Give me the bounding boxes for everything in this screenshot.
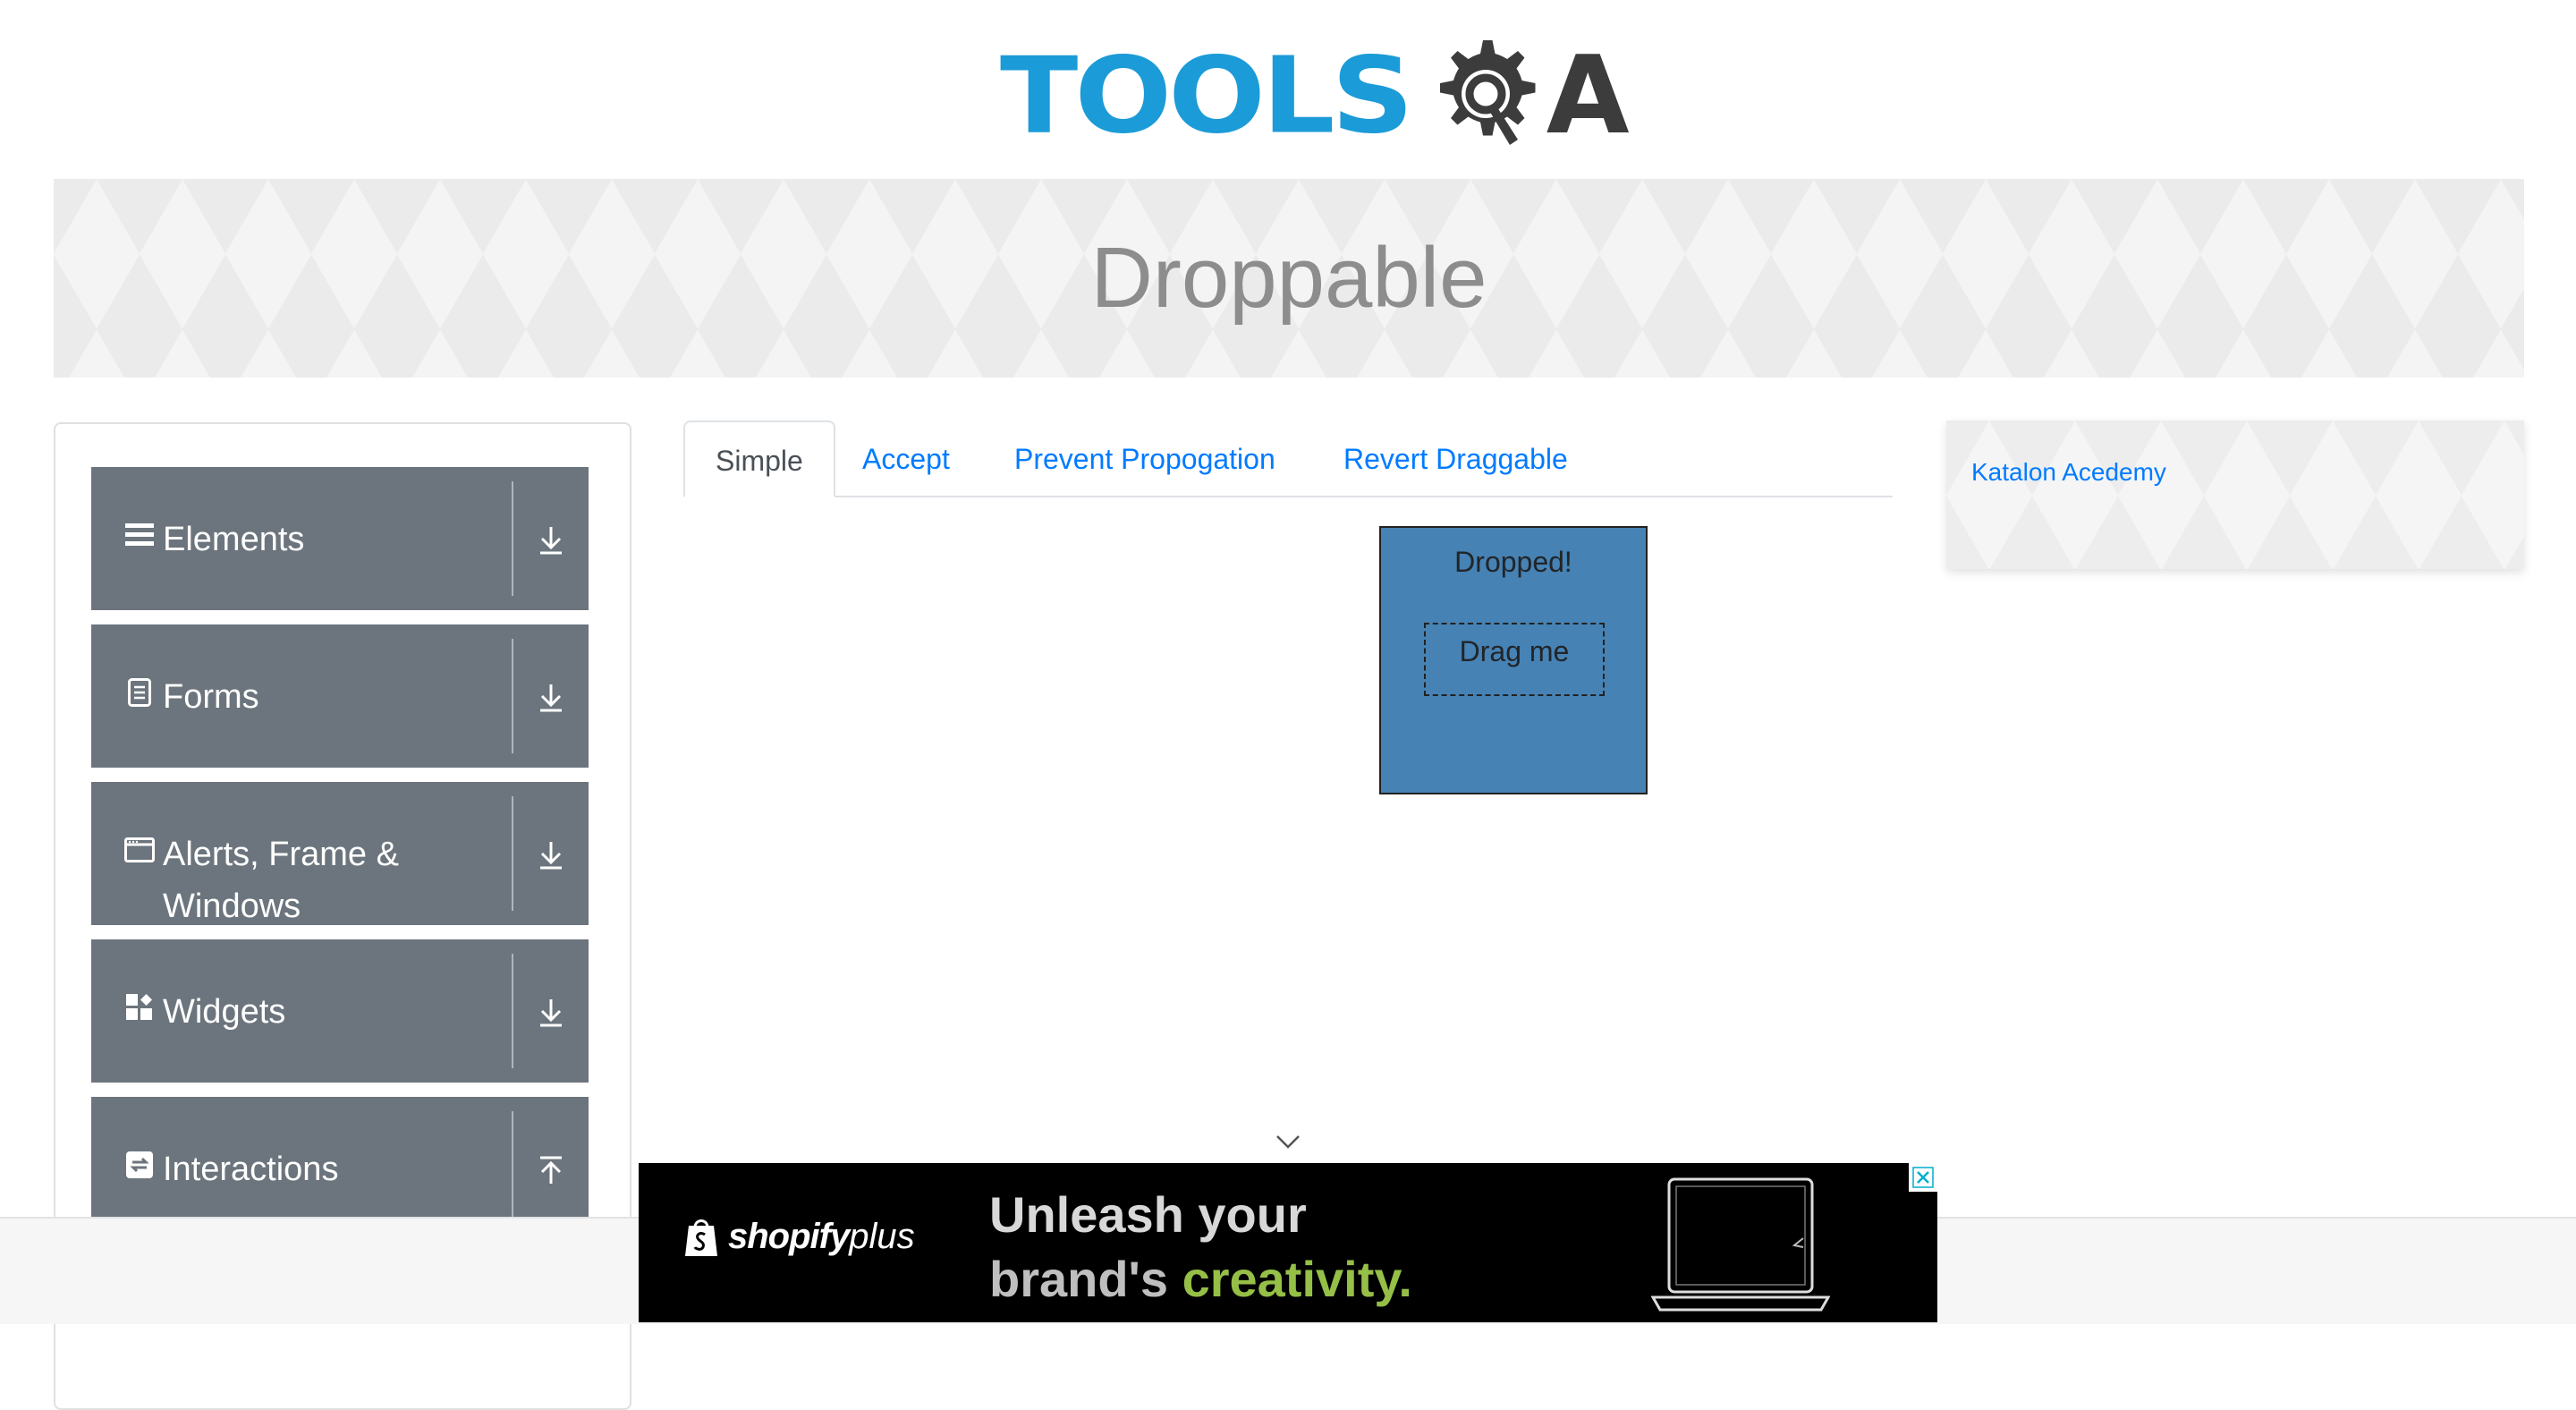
page-title: Droppable: [1090, 230, 1487, 326]
advertisement-banner[interactable]: shopify plus Unleash your brand's creati…: [639, 1163, 1937, 1322]
gear-magnifier-icon: [1439, 40, 1536, 145]
ad-brand-name: shopify: [728, 1216, 850, 1256]
sidebar-group-alerts-frame-windows[interactable]: Alerts, Frame & Windows: [91, 782, 589, 925]
upload-icon[interactable]: [530, 1149, 572, 1192]
tab-prevent-propogation[interactable]: Prevent Propogation: [984, 420, 1306, 496]
logo-qa-mark: A: [1416, 30, 1630, 164]
drop-target-label: Dropped!: [1454, 546, 1572, 578]
divider: [512, 796, 513, 911]
widgets-icon: [123, 991, 156, 1024]
close-icon[interactable]: [1909, 1163, 1937, 1192]
droppable-tabs: Simple Accept Prevent Propogation Revert…: [683, 420, 1893, 497]
divider: [512, 954, 513, 1068]
draggable-box[interactable]: Drag me: [1424, 623, 1605, 696]
ad-headline-line2a: brand's: [989, 1251, 1182, 1307]
download-icon[interactable]: [530, 991, 572, 1034]
shopping-bag-icon: [685, 1219, 717, 1256]
tab-revert-draggable[interactable]: Revert Draggable: [1313, 420, 1598, 496]
sidebar-group-label: Alerts, Frame & Windows: [163, 836, 399, 925]
sidebar-group-label: Elements: [163, 521, 305, 558]
katalon-academy-link[interactable]: Katalon Acedemy: [1971, 458, 2166, 487]
divider: [512, 1111, 513, 1226]
sidebar-group-label: Interactions: [163, 1151, 339, 1188]
download-icon[interactable]: [530, 676, 572, 719]
ad-headline: Unleash your brand's creativity.: [989, 1183, 1412, 1312]
logo-tools-text: TOOLS: [1000, 35, 1414, 158]
ad-headline-line1: Unleash your: [989, 1186, 1307, 1243]
sidebar-group-label: Widgets: [163, 993, 286, 1031]
download-icon[interactable]: [530, 519, 572, 562]
shopify-plus-logo: shopify plus: [683, 1215, 915, 1258]
chevron-down-icon[interactable]: [1274, 1131, 1302, 1152]
interactions-icon: [123, 1149, 156, 1181]
page-banner: Droppable: [54, 179, 2524, 378]
toolsqa-logo[interactable]: TOOLS A: [1000, 25, 1630, 168]
sidebar-group-widgets[interactable]: Widgets: [91, 939, 589, 1083]
sidebar-group-elements[interactable]: Elements: [91, 467, 589, 610]
laptop-icon: [1651, 1177, 1830, 1312]
list-icon: [123, 519, 156, 551]
divider: [512, 481, 513, 596]
window-icon: [123, 834, 156, 866]
sidebar-group-label: Forms: [163, 678, 259, 716]
tab-accept[interactable]: Accept: [832, 420, 980, 496]
form-icon: [123, 676, 156, 709]
sidebar-group-forms[interactable]: Forms: [91, 624, 589, 768]
tab-simple[interactable]: Simple: [683, 420, 835, 497]
logo-a-text: A: [1546, 34, 1630, 158]
download-icon[interactable]: [530, 834, 572, 877]
divider: [512, 639, 513, 753]
ad-brand-suffix: plus: [849, 1216, 915, 1256]
right-sidebar: Katalon Acedemy: [1946, 420, 2524, 569]
ad-headline-line2b: creativity.: [1182, 1251, 1412, 1307]
